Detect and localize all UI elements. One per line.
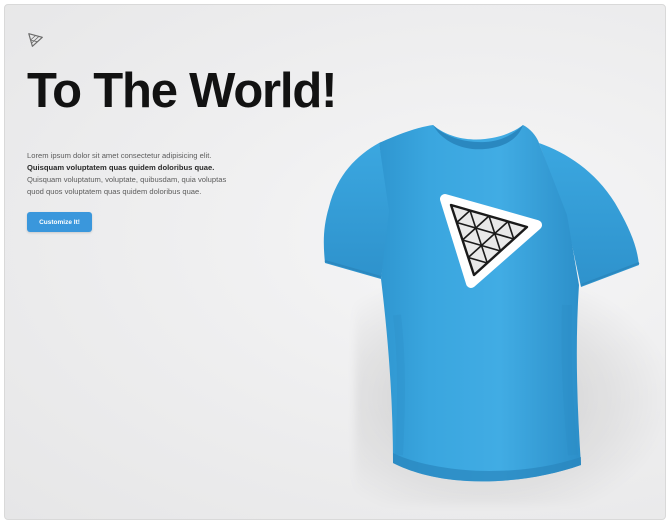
hero-copy-line: Quisquam voluptatum, voluptate, quibusda… — [27, 175, 227, 184]
hero-copy-line: Lorem ipsum dolor sit amet consectetur a… — [27, 151, 212, 160]
triangle-grid-logo-icon[interactable] — [27, 31, 45, 49]
hero-copy-line: quod quos voluptatem quas quidem dolorib… — [27, 187, 202, 196]
hero-copy-line-bold: Quisquam voluptatem quas quidem doloribu… — [27, 163, 215, 172]
tshirt-image — [323, 125, 640, 482]
customize-button[interactable]: Customize It! — [27, 212, 92, 232]
hero-title: To The World! — [27, 64, 337, 118]
app-frame: To The World! Lorem ipsum dolor sit amet… — [4, 4, 666, 520]
hero-description: Lorem ipsum dolor sit amet consectetur a… — [27, 150, 272, 198]
